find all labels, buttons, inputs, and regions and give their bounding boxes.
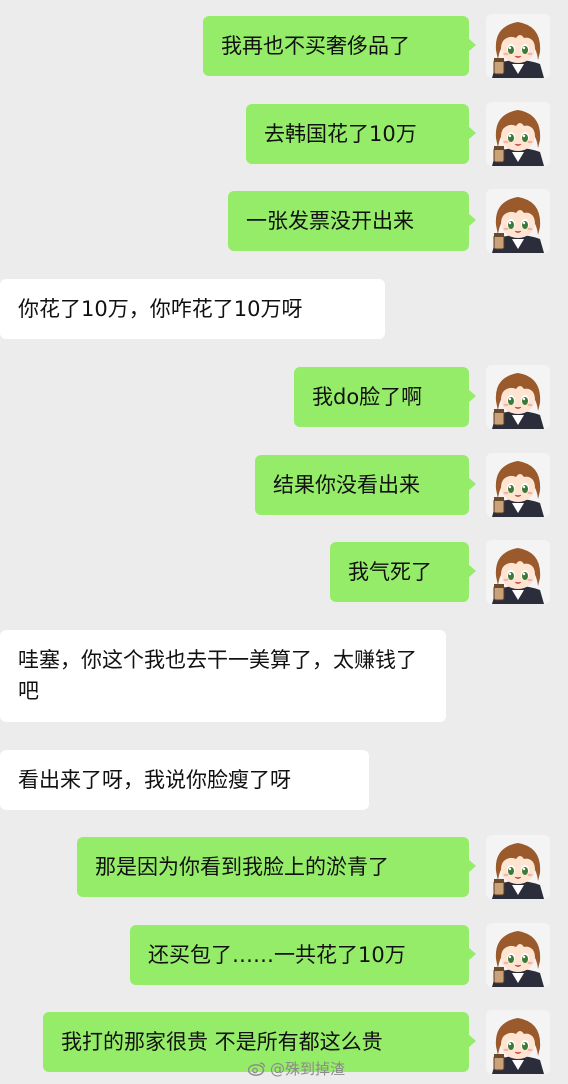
anime-girl-avatar-icon[interactable] bbox=[486, 102, 550, 166]
message-bubble[interactable]: 我do脸了啊 bbox=[294, 367, 476, 427]
anime-girl-avatar-icon[interactable] bbox=[486, 189, 550, 253]
message-bubble[interactable]: 看出来了呀，我说你脸瘦了呀 bbox=[0, 750, 369, 810]
message-bubble[interactable]: 去韩国花了10万 bbox=[246, 104, 476, 164]
message-bubble[interactable]: 那是因为你看到我脸上的淤青了 bbox=[77, 837, 476, 897]
watermark-text: @殊到掉渣 bbox=[270, 1060, 346, 1078]
chat-area: 我再也不买奢侈品了 去韩国花了10万 一张发票没开出来 你花了10万，你咋花了1… bbox=[0, 0, 568, 1084]
anime-girl-avatar-icon[interactable] bbox=[486, 1010, 550, 1074]
anime-girl-avatar-icon[interactable] bbox=[486, 453, 550, 517]
anime-girl-avatar-icon[interactable] bbox=[486, 540, 550, 604]
message-bubble[interactable]: 一张发票没开出来 bbox=[228, 191, 476, 251]
message-bubble[interactable]: 结果你没看出来 bbox=[255, 455, 476, 515]
message-bubble[interactable]: 你花了10万，你咋花了10万呀 bbox=[0, 279, 385, 339]
anime-girl-avatar-icon[interactable] bbox=[486, 923, 550, 987]
anime-girl-avatar-icon[interactable] bbox=[486, 835, 550, 899]
anime-girl-avatar-icon[interactable] bbox=[486, 14, 550, 78]
message-bubble[interactable]: 哇塞，你这个我也去干一美算了，太赚钱了吧 bbox=[0, 630, 446, 722]
message-bubble[interactable]: 还买包了……一共花了10万 bbox=[130, 925, 476, 985]
message-bubble[interactable]: 我再也不买奢侈品了 bbox=[203, 16, 476, 76]
weibo-logo-icon bbox=[248, 1062, 266, 1076]
message-bubble[interactable]: 我气死了 bbox=[330, 542, 476, 602]
watermark: @殊到掉渣 bbox=[248, 1058, 345, 1079]
anime-girl-avatar-icon[interactable] bbox=[486, 365, 550, 429]
